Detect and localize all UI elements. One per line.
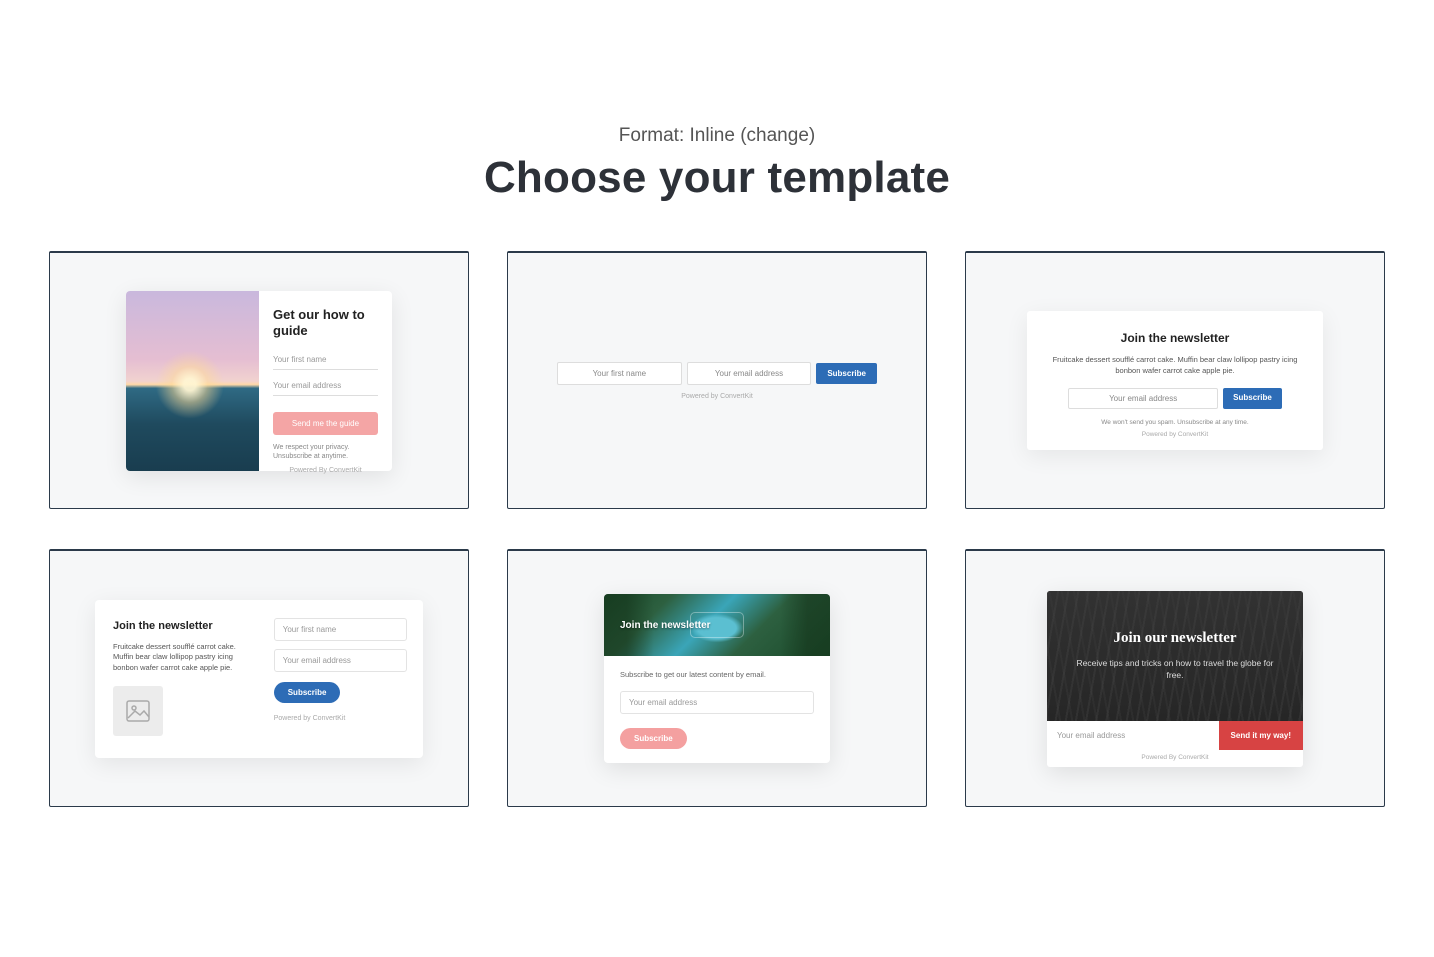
page-title: Choose your template bbox=[0, 153, 1434, 203]
preview-form-row: Your email address Send it my way! bbox=[1047, 721, 1303, 750]
preview-heading: Join our newsletter bbox=[1113, 630, 1236, 647]
format-line: Format: Inline (change) bbox=[0, 125, 1434, 147]
preview-powered-by: Powered By ConvertKit bbox=[1047, 750, 1303, 767]
preview-powered-by: Powered by ConvertKit bbox=[274, 715, 407, 722]
preview-body: Subscribe to get our latest content by e… bbox=[604, 656, 830, 763]
preview-firstname-input: Your first name bbox=[557, 362, 682, 385]
preview-description: Subscribe to get our latest content by e… bbox=[620, 670, 814, 679]
preview-description: Receive tips and tricks on how to travel… bbox=[1067, 657, 1283, 682]
preview-powered-by: Powered by ConvertKit bbox=[557, 393, 877, 400]
preview-heading: Join the newsletter bbox=[620, 620, 711, 631]
preview-form-row: Your first name Your email address Subsc… bbox=[557, 362, 877, 385]
preview-submit-button: Subscribe bbox=[816, 363, 877, 384]
format-prefix: Format: bbox=[619, 125, 690, 146]
preview-form: Get our how to guide Your first name You… bbox=[259, 291, 392, 471]
template-grid: Get our how to guide Your first name You… bbox=[0, 251, 1434, 807]
template-card-4[interactable]: Join the newsletter Fruitcake dessert so… bbox=[49, 549, 469, 807]
preview-description: Fruitcake dessert soufflé carrot cake. M… bbox=[113, 642, 252, 675]
preview-description: Fruitcake dessert soufflé carrot cake. M… bbox=[1045, 355, 1305, 377]
preview-right-column: Your first name Your email address Subsc… bbox=[266, 600, 423, 758]
preview-hero-image: Join our newsletter Receive tips and tri… bbox=[1047, 591, 1303, 721]
preview-heading: Join the newsletter bbox=[1045, 331, 1305, 345]
preview-firstname-input: Your first name bbox=[274, 618, 407, 641]
preview-submit-button: Subscribe bbox=[274, 682, 341, 703]
preview-powered-by: Powered by ConvertKit bbox=[1045, 431, 1305, 438]
preview-left-column: Join the newsletter Fruitcake dessert so… bbox=[95, 600, 266, 758]
change-format-link[interactable]: (change) bbox=[740, 125, 815, 146]
preview-legal-text: We won't send you spam. Unsubscribe at a… bbox=[1045, 419, 1305, 426]
preview-email-input: Your email address bbox=[273, 376, 378, 396]
format-value: Inline bbox=[690, 125, 735, 146]
preview-heading: Get our how to guide bbox=[273, 307, 378, 340]
preview-hero-image: Join the newsletter bbox=[604, 594, 830, 656]
template-card-2[interactable]: Your first name Your email address Subsc… bbox=[507, 251, 927, 509]
template-card-3[interactable]: Join the newsletter Fruitcake dessert so… bbox=[965, 251, 1385, 509]
preview-submit-button: Send me the guide bbox=[273, 412, 378, 435]
page-header: Format: Inline (change) Choose your temp… bbox=[0, 0, 1434, 251]
preview-powered-by: Powered By ConvertKit bbox=[273, 467, 378, 474]
preview-form-row: Your email address Subscribe bbox=[1045, 388, 1305, 409]
preview-hero-image bbox=[126, 291, 259, 471]
preview-firstname-input: Your first name bbox=[273, 350, 378, 370]
preview-email-input: Your email address bbox=[620, 691, 814, 714]
template-preview: Join the newsletter Fruitcake dessert so… bbox=[1027, 311, 1323, 451]
template-preview: Join the newsletter Fruitcake dessert so… bbox=[95, 600, 423, 758]
preview-submit-button: Send it my way! bbox=[1219, 721, 1303, 750]
template-preview: Join the newsletter Subscribe to get our… bbox=[604, 594, 830, 763]
preview-legal-text: We respect your privacy. Unsubscribe at … bbox=[273, 443, 378, 461]
image-placeholder-icon bbox=[113, 686, 163, 736]
preview-email-input: Your email address bbox=[687, 362, 812, 385]
preview-submit-button: Subscribe bbox=[1223, 388, 1282, 409]
template-preview: Your first name Your email address Subsc… bbox=[557, 362, 877, 400]
template-card-1[interactable]: Get our how to guide Your first name You… bbox=[49, 251, 469, 509]
template-card-6[interactable]: Join our newsletter Receive tips and tri… bbox=[965, 549, 1385, 807]
template-card-5[interactable]: Join the newsletter Subscribe to get our… bbox=[507, 549, 927, 807]
preview-email-input: Your email address bbox=[1047, 721, 1219, 750]
preview-email-input: Your email address bbox=[1068, 388, 1218, 409]
template-preview: Join our newsletter Receive tips and tri… bbox=[1047, 591, 1303, 767]
preview-submit-button: Subscribe bbox=[620, 728, 687, 749]
template-preview: Get our how to guide Your first name You… bbox=[126, 291, 392, 471]
preview-email-input: Your email address bbox=[274, 649, 407, 672]
preview-heading: Join the newsletter bbox=[113, 620, 252, 632]
